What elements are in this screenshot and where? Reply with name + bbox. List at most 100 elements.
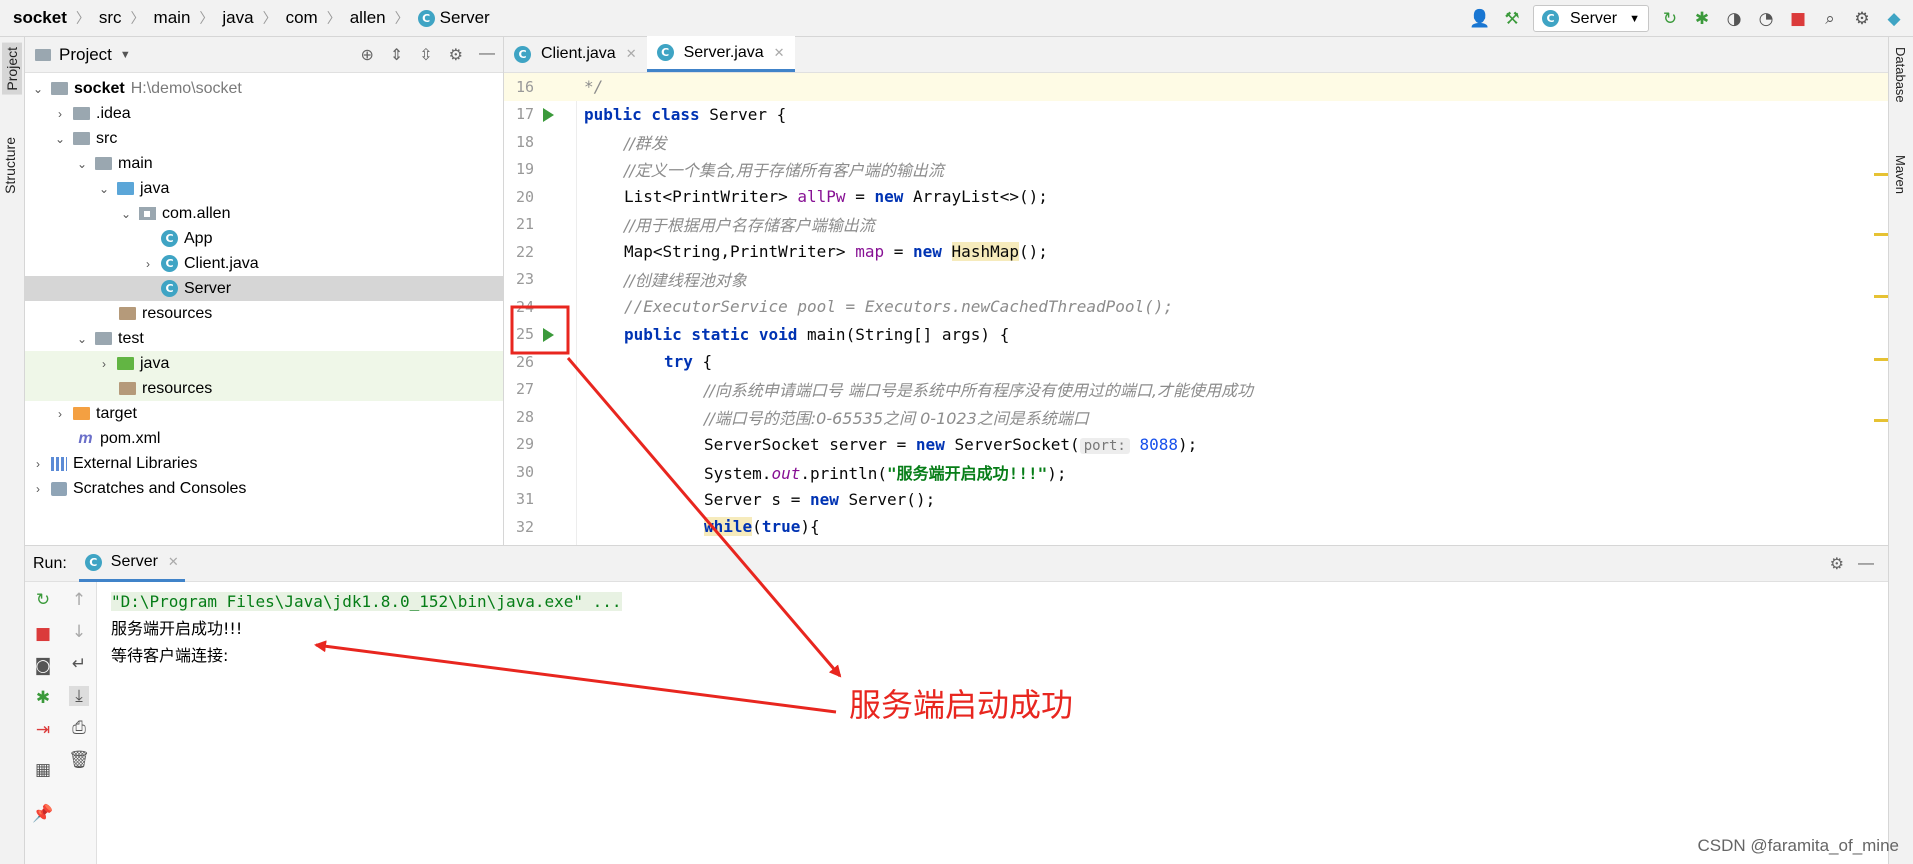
tree-node-main[interactable]: ⌄ main	[25, 151, 503, 176]
search-icon[interactable]: ⌕	[1819, 8, 1841, 30]
tree-node-package[interactable]: ⌄ com.allen	[25, 201, 503, 226]
print-icon[interactable]: ⎙	[69, 718, 89, 738]
warning-stripe[interactable]	[1874, 419, 1888, 422]
gear-icon[interactable]: ⚙	[449, 45, 463, 65]
editor-scrollbar[interactable]	[1874, 73, 1888, 545]
run-tab-server[interactable]: C Server ✕	[78, 546, 185, 582]
debug-icon[interactable]: ✱	[1691, 8, 1713, 30]
close-icon[interactable]: ✕	[626, 46, 637, 62]
chevron-right-icon: 〉	[199, 10, 214, 26]
tree-node-socket[interactable]: ⌄ socket H:\demo\socket	[25, 76, 503, 101]
scroll-to-end-icon[interactable]: ⤓	[69, 686, 89, 706]
chevron-right-icon[interactable]: ›	[53, 407, 67, 421]
chevron-right-icon[interactable]: ›	[97, 357, 111, 371]
plugin-icon[interactable]: ◆	[1883, 8, 1905, 30]
tree-node-src[interactable]: ⌄ src	[25, 126, 503, 151]
tab-server-java[interactable]: C Server.java ✕	[646, 36, 795, 72]
tree-node-test-resources[interactable]: resources	[25, 376, 503, 401]
breadcrumb-item[interactable]: main	[154, 8, 191, 28]
structure-tool-tab[interactable]: Structure	[2, 137, 18, 194]
stop-icon[interactable]: ■	[33, 624, 53, 644]
database-tool-tab[interactable]: Database	[1893, 47, 1908, 103]
close-icon[interactable]: ✕	[168, 554, 179, 570]
tab-client-java[interactable]: C Client.java ✕	[504, 36, 647, 72]
trash-icon[interactable]: 🗑	[68, 750, 90, 770]
pin-icon[interactable]: 📌	[32, 804, 53, 824]
code-editor[interactable]: 16 */ 17 public class Server { 18 //群发 19 //…	[504, 73, 1888, 545]
debug-icon[interactable]: ✱	[33, 688, 53, 708]
maven-tool-tab[interactable]: Maven	[1893, 155, 1908, 194]
warning-stripe[interactable]	[1874, 358, 1888, 361]
arrow-up-icon[interactable]: ↑	[69, 590, 89, 610]
breadcrumb-item[interactable]: socket	[13, 8, 67, 28]
tree-node-scratches[interactable]: › Scratches and Consoles	[25, 476, 503, 501]
exit-icon[interactable]: ⇥	[33, 720, 53, 740]
rerun-icon[interactable]: ↻	[1659, 8, 1681, 30]
soft-wrap-icon[interactable]: ↵	[69, 654, 89, 674]
user-icon[interactable]: 👤	[1469, 8, 1491, 30]
tree-node-resources[interactable]: resources	[25, 301, 503, 326]
run-configuration-select[interactable]: C Server ▼	[1533, 5, 1649, 32]
resources-folder-icon	[119, 382, 136, 395]
chevron-right-icon[interactable]: ›	[31, 457, 45, 471]
chevron-down-icon[interactable]: ⌄	[75, 157, 89, 171]
chevron-right-icon[interactable]: ›	[53, 107, 67, 121]
rerun-icon[interactable]: ↻	[33, 590, 53, 610]
breadcrumb-item[interactable]: allen	[350, 8, 386, 28]
chevron-right-icon: 〉	[326, 10, 341, 26]
project-panel-title[interactable]: Project	[59, 45, 112, 65]
chevron-down-icon[interactable]: ⌄	[97, 182, 111, 196]
minimize-icon[interactable]: —	[479, 45, 495, 65]
line-number: 25	[515, 325, 534, 344]
tree-node-app[interactable]: C App	[25, 226, 503, 251]
breadcrumb-item[interactable]: java	[222, 8, 253, 28]
chevron-down-icon[interactable]: ⌄	[119, 207, 133, 221]
chevron-right-icon[interactable]: ›	[141, 257, 155, 271]
tree-node-pom[interactable]: m pom.xml	[25, 426, 503, 451]
code-token: =	[884, 242, 913, 262]
tree-node-server[interactable]: C Server	[25, 276, 503, 301]
chevron-down-icon[interactable]: ⌄	[53, 132, 67, 146]
chevron-down-icon[interactable]: ▼	[120, 49, 131, 61]
watermark: CSDN @faramita_of_mine	[1697, 836, 1900, 855]
console-output[interactable]: "D:\Program Files\Java\jdk1.8.0_152\bin\…	[111, 588, 622, 669]
breadcrumb-item[interactable]: com	[286, 8, 318, 28]
run-gutter-icon[interactable]	[543, 107, 554, 122]
build-hammer-icon[interactable]: ⚒	[1501, 8, 1523, 30]
layout-icon[interactable]: ▦	[33, 760, 53, 780]
breadcrumb-label: com	[285, 8, 318, 27]
code-token: new	[874, 187, 904, 207]
expand-all-icon[interactable]: ⇕	[390, 45, 403, 65]
warning-stripe[interactable]	[1874, 295, 1888, 298]
run-gutter-icon[interactable]	[543, 327, 554, 342]
tree-node-idea[interactable]: › .idea	[25, 101, 503, 126]
coverage-icon[interactable]: ◑	[1723, 8, 1745, 30]
tree-node-java[interactable]: ⌄ java	[25, 176, 503, 201]
chevron-right-icon[interactable]: ›	[31, 482, 45, 496]
gear-icon[interactable]: ⚙	[1830, 554, 1844, 574]
project-tool-tab[interactable]: Project	[2, 43, 22, 95]
tree-node-target[interactable]: › target	[25, 401, 503, 426]
profile-icon[interactable]: ◔	[1755, 8, 1777, 30]
tree-node-client[interactable]: › C Client.java	[25, 251, 503, 276]
chevron-down-icon[interactable]: ⌄	[31, 82, 45, 96]
tree-node-external-libraries[interactable]: › External Libraries	[25, 451, 503, 476]
minimize-icon[interactable]: —	[1858, 555, 1874, 573]
gear-icon[interactable]: ⚙	[1851, 8, 1873, 30]
stop-icon[interactable]: ■	[1787, 8, 1809, 30]
chevron-down-icon[interactable]: ⌄	[75, 332, 89, 346]
warning-stripe[interactable]	[1874, 173, 1888, 176]
tree-node-test[interactable]: ⌄ test	[25, 326, 503, 351]
breadcrumb-item[interactable]: src	[99, 8, 122, 28]
breadcrumb-item[interactable]: C Server	[417, 8, 490, 28]
arrow-down-icon[interactable]: ↓	[69, 622, 89, 642]
camera-icon[interactable]: ◙	[33, 656, 53, 676]
close-icon[interactable]: ✕	[774, 45, 785, 61]
code-token: System.	[704, 463, 772, 483]
tree-node-test-java[interactable]: › java	[25, 351, 503, 376]
code-token: Server s =	[704, 489, 810, 509]
collapse-all-icon[interactable]: ⇳	[419, 45, 432, 65]
locate-icon[interactable]: ⊕	[360, 45, 373, 65]
run-panel-header: Run: C Server ✕ ⚙ —	[25, 546, 1888, 582]
warning-stripe[interactable]	[1874, 233, 1888, 236]
